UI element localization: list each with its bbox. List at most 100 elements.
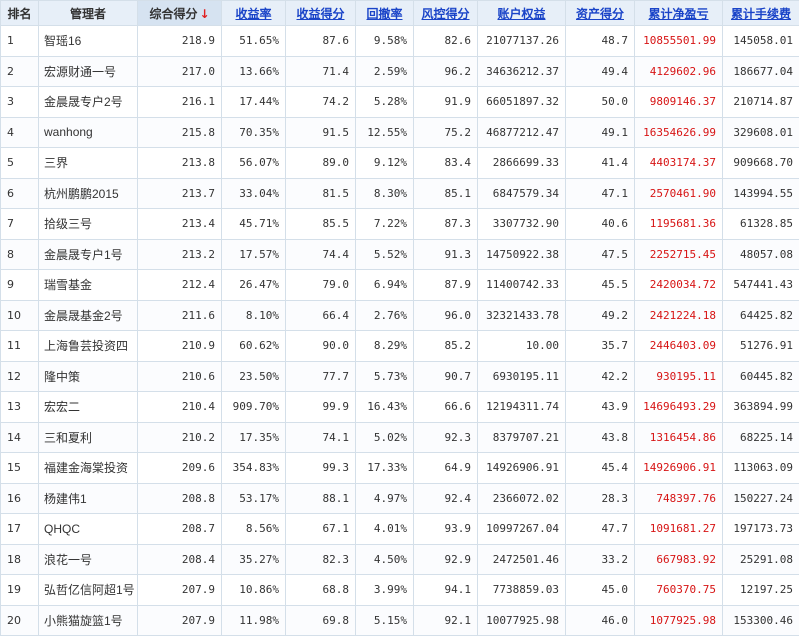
- return-score-cell: 85.5: [285, 208, 356, 240]
- fees-cell: 143994.55: [722, 177, 799, 209]
- return-score-cell: 79.0: [285, 269, 356, 301]
- risk-score-cell: 96.2: [413, 55, 478, 87]
- asset-score-cell: 45.0: [565, 574, 635, 606]
- return-rate-cell: 11.98%: [221, 604, 286, 636]
- manager-cell[interactable]: 福建金海棠投资: [38, 452, 138, 484]
- fees-cell: 12197.25: [722, 574, 799, 606]
- header-composite-score[interactable]: 综合得分 ↓: [137, 0, 222, 26]
- risk-score-cell: 82.6: [413, 25, 478, 57]
- fees-cell: 64425.82: [722, 299, 799, 331]
- drawdown-cell: 5.15%: [355, 604, 414, 636]
- table-row: 6 杭州鹏鹏2015 213.7 33.04% 81.5 8.30% 85.1 6847579…: [0, 177, 799, 209]
- drawdown-cell: 6.94%: [355, 269, 414, 301]
- table-row: 13 宏宏二 210.4 909.70% 99.9 16.43% 66.6 12194311.…: [0, 391, 799, 423]
- manager-cell[interactable]: 宏源财通一号: [38, 55, 138, 87]
- net-profit-cell: 748397.76: [634, 482, 723, 514]
- header-equity[interactable]: 账户权益: [477, 0, 566, 26]
- composite-score-cell: 216.1: [137, 86, 222, 118]
- rank-cell: 17: [0, 513, 39, 545]
- rank-cell: 10: [0, 299, 39, 331]
- equity-cell: 34636212.37: [477, 55, 566, 87]
- rank-cell: 5: [0, 147, 39, 179]
- fees-cell: 145058.01: [722, 25, 799, 57]
- composite-score-cell: 217.0: [137, 55, 222, 87]
- manager-cell[interactable]: 隆中策: [38, 360, 138, 392]
- risk-score-cell: 64.9: [413, 452, 478, 484]
- net-profit-cell: 1316454.86: [634, 421, 723, 453]
- header-net-profit[interactable]: 累计净盈亏: [634, 0, 723, 26]
- net-profit-cell: 1077925.98: [634, 604, 723, 636]
- drawdown-cell: 5.73%: [355, 360, 414, 392]
- manager-cell[interactable]: 杨建伟1: [38, 482, 138, 514]
- risk-score-cell: 92.3: [413, 421, 478, 453]
- return-rate-cell: 70.35%: [221, 116, 286, 148]
- manager-cell[interactable]: 三界: [38, 147, 138, 179]
- composite-score-cell: 211.6: [137, 299, 222, 331]
- header-manager: 管理者: [38, 0, 138, 26]
- composite-score-cell: 208.8: [137, 482, 222, 514]
- manager-cell[interactable]: 金晨晟专户1号: [38, 238, 138, 270]
- asset-score-cell: 33.2: [565, 543, 635, 575]
- fees-cell: 153300.46: [722, 604, 799, 636]
- table-row: 16 杨建伟1 208.8 53.17% 88.1 4.97% 92.4 2366072.02…: [0, 482, 799, 514]
- asset-score-cell: 28.3: [565, 482, 635, 514]
- manager-cell[interactable]: 三和夏利: [38, 421, 138, 453]
- composite-score-cell: 210.2: [137, 421, 222, 453]
- fees-cell: 210714.87: [722, 86, 799, 118]
- equity-cell: 2472501.46: [477, 543, 566, 575]
- manager-cell[interactable]: 浪花一号: [38, 543, 138, 575]
- fees-cell: 197173.73: [722, 513, 799, 545]
- risk-score-cell: 87.3: [413, 208, 478, 240]
- table-row: 9 瑞雪基金 212.4 26.47% 79.0 6.94% 87.9 11400742.33…: [0, 269, 799, 301]
- manager-cell[interactable]: 弘哲亿信阿超1号: [38, 574, 138, 606]
- asset-score-cell: 49.2: [565, 299, 635, 331]
- drawdown-cell: 4.50%: [355, 543, 414, 575]
- manager-cell[interactable]: 拾级三号: [38, 208, 138, 240]
- header-asset-score[interactable]: 资产得分: [565, 0, 635, 26]
- drawdown-cell: 2.59%: [355, 55, 414, 87]
- drawdown-cell: 9.58%: [355, 25, 414, 57]
- manager-cell[interactable]: wanhong: [38, 116, 138, 148]
- header-return-rate[interactable]: 收益率: [221, 0, 286, 26]
- asset-score-cell: 49.4: [565, 55, 635, 87]
- return-score-cell: 82.3: [285, 543, 356, 575]
- net-profit-cell: 760370.75: [634, 574, 723, 606]
- manager-cell[interactable]: 瑞雪基金: [38, 269, 138, 301]
- header-return-score[interactable]: 收益得分: [285, 0, 356, 26]
- net-profit-cell: 2446403.09: [634, 330, 723, 362]
- header-risk-score[interactable]: 风控得分: [413, 0, 478, 26]
- header-fees[interactable]: 累计手续费: [722, 0, 799, 26]
- net-profit-cell: 9809146.37: [634, 86, 723, 118]
- net-profit-cell: 930195.11: [634, 360, 723, 392]
- composite-score-cell: 208.7: [137, 513, 222, 545]
- manager-cell[interactable]: QHQC: [38, 513, 138, 545]
- equity-cell: 10.00: [477, 330, 566, 362]
- equity-cell: 6847579.34: [477, 177, 566, 209]
- asset-score-cell: 43.9: [565, 391, 635, 423]
- header-rank: 排名: [0, 0, 39, 26]
- manager-cell[interactable]: 智瑶16: [38, 25, 138, 57]
- composite-score-cell: 215.8: [137, 116, 222, 148]
- manager-cell[interactable]: 金晨晟专户2号: [38, 86, 138, 118]
- manager-cell[interactable]: 杭州鹏鹏2015: [38, 177, 138, 209]
- return-score-cell: 77.7: [285, 360, 356, 392]
- header-drawdown[interactable]: 回撤率: [355, 0, 414, 26]
- manager-cell[interactable]: 金晨晟基金2号: [38, 299, 138, 331]
- manager-cell[interactable]: 小熊猫旋篮1号: [38, 604, 138, 636]
- return-score-cell: 67.1: [285, 513, 356, 545]
- return-score-cell: 66.4: [285, 299, 356, 331]
- composite-score-cell: 207.9: [137, 574, 222, 606]
- asset-score-cell: 47.1: [565, 177, 635, 209]
- fees-cell: 909668.70: [722, 147, 799, 179]
- manager-cell[interactable]: 宏宏二: [38, 391, 138, 423]
- table-row: 20 小熊猫旋篮1号 207.9 11.98% 69.8 5.15% 92.1 1007792…: [0, 604, 799, 636]
- manager-cell[interactable]: 上海鲁芸投资四: [38, 330, 138, 362]
- risk-score-cell: 90.7: [413, 360, 478, 392]
- drawdown-cell: 16.43%: [355, 391, 414, 423]
- equity-cell: 32321433.78: [477, 299, 566, 331]
- equity-cell: 66051897.32: [477, 86, 566, 118]
- return-score-cell: 74.1: [285, 421, 356, 453]
- return-score-cell: 71.4: [285, 55, 356, 87]
- rank-cell: 19: [0, 574, 39, 606]
- equity-cell: 8379707.21: [477, 421, 566, 453]
